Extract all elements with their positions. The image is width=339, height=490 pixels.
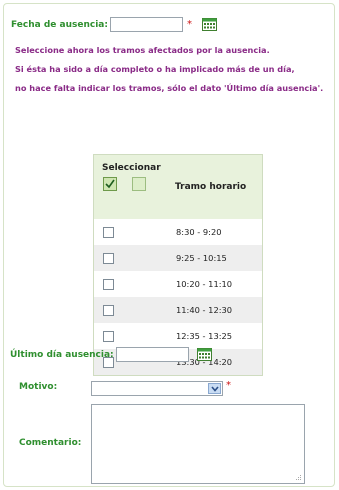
tramo-checkbox-2[interactable] bbox=[103, 252, 114, 264]
tramo-checkbox-5[interactable] bbox=[103, 330, 114, 342]
resize-grip-icon[interactable] bbox=[295, 474, 302, 481]
header-select-label: Seleccionar bbox=[102, 163, 161, 173]
chevron-down-icon[interactable] bbox=[208, 383, 221, 394]
motivo-select[interactable] bbox=[91, 381, 223, 396]
motivo-required-mark: * bbox=[226, 380, 231, 391]
comentario-label: Comentario: bbox=[19, 438, 82, 448]
comentario-textarea[interactable] bbox=[91, 404, 305, 484]
tramo-checkbox-3[interactable] bbox=[103, 278, 114, 290]
ultimo-row: Último día ausencia: bbox=[10, 347, 212, 362]
fecha-label: Fecha de ausencia: bbox=[11, 19, 108, 30]
tramo-label-2: 9:25 - 10:15 bbox=[175, 245, 263, 271]
ultimo-label: Último día ausencia: bbox=[10, 349, 114, 360]
table-row: 10:20 - 11:10 bbox=[94, 271, 263, 297]
fecha-required-mark: * bbox=[186, 19, 192, 30]
tramos-table: Seleccionar Tramo horario 8:30 - 9:20 9:… bbox=[93, 154, 263, 376]
table-header-row: Seleccionar Tramo horario bbox=[93, 154, 263, 219]
tramo-label-3: 10:20 - 11:10 bbox=[176, 279, 233, 289]
table-row: 9:25 - 10:15 bbox=[93, 245, 263, 271]
tramo-checkbox-1[interactable] bbox=[103, 226, 114, 238]
fecha-row: Fecha de ausencia: * bbox=[11, 17, 217, 32]
calendar-icon[interactable] bbox=[201, 18, 217, 31]
table-row: 8:30 - 9:20 bbox=[94, 219, 263, 245]
select-all-checkbox[interactable] bbox=[103, 177, 117, 191]
tramo-label-1: 8:30 - 9:20 bbox=[176, 227, 222, 237]
select-none-checkbox[interactable] bbox=[132, 177, 147, 191]
info-line-2: Si ésta ha sido a día completo o ha impl… bbox=[15, 64, 295, 74]
calendar-icon[interactable] bbox=[196, 348, 212, 361]
checkmark-icon bbox=[105, 179, 115, 189]
tramo-label-5: 12:35 - 13:25 bbox=[176, 331, 233, 341]
tramo-checkbox-4[interactable] bbox=[103, 304, 114, 316]
header-tramo-label: Tramo horario bbox=[175, 154, 263, 219]
absence-form-panel: Fecha de ausencia: * Seleccione ahora lo… bbox=[3, 3, 335, 487]
ultimo-input[interactable] bbox=[115, 347, 189, 362]
header-select-cell: Seleccionar bbox=[93, 154, 175, 219]
tramo-label-4: 11:40 - 12:30 bbox=[175, 297, 263, 323]
info-line-1: Seleccione ahora los tramos afectados po… bbox=[15, 45, 270, 55]
table-row: 12:35 - 13:25 bbox=[94, 323, 263, 349]
table-row: 11:40 - 12:30 bbox=[93, 297, 263, 323]
motivo-label: Motivo: bbox=[19, 382, 58, 392]
info-line-3: no hace falta indicar los tramos, sólo e… bbox=[15, 83, 324, 93]
fecha-input[interactable] bbox=[109, 17, 183, 32]
